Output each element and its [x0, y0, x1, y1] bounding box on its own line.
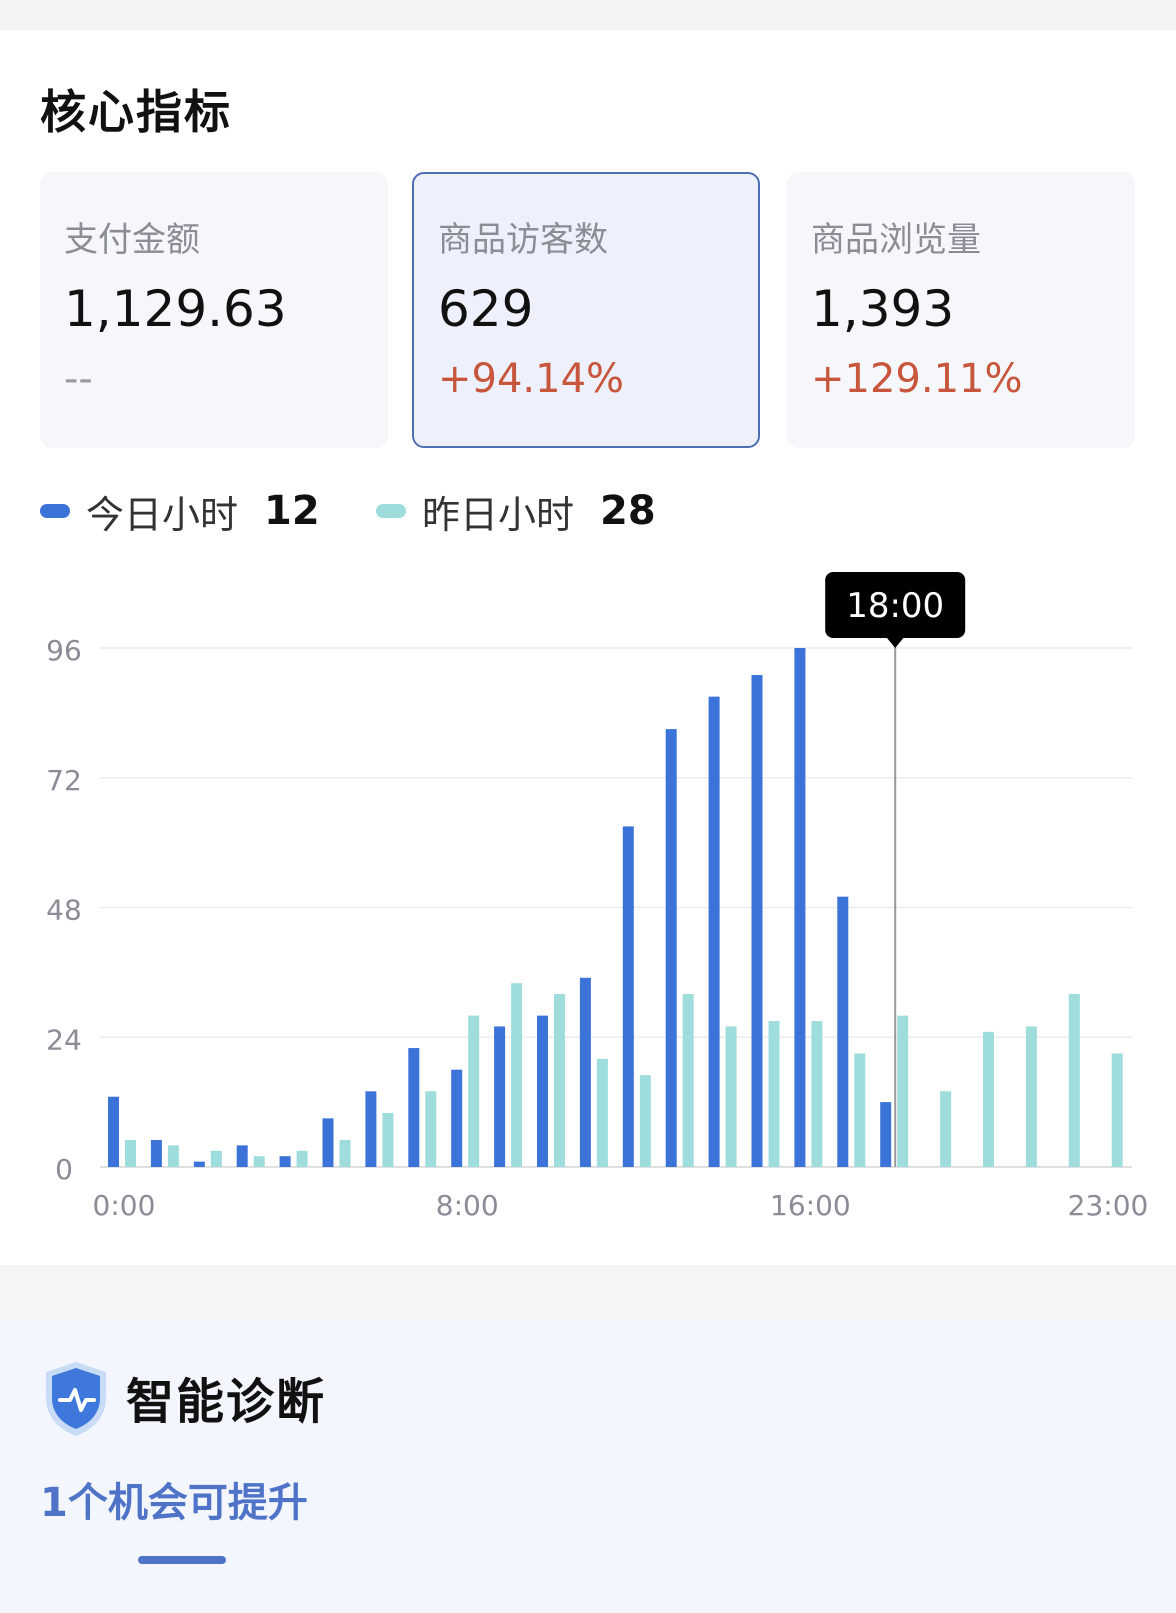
bar-today	[108, 1096, 119, 1167]
metric-label: 商品访客数	[438, 220, 608, 260]
y-tick-label: 96	[46, 634, 82, 667]
bar-yesterday	[596, 1058, 608, 1167]
diagnosis-tab-opportunities[interactable]: 1个机会可提升	[40, 1470, 308, 1528]
bar-yesterday	[382, 1112, 394, 1167]
legend-value: 12	[264, 488, 320, 534]
bar-today	[622, 826, 634, 1167]
metric-label: 商品浏览量	[811, 220, 981, 260]
metric-value: 1,129.63	[64, 280, 287, 338]
y-tick-label: 0	[55, 1153, 73, 1186]
bar-yesterday	[125, 1139, 136, 1167]
legend-name: 今日小时	[86, 492, 239, 537]
legend-today[interactable]: 今日小时 12	[40, 486, 320, 537]
y-tick-label: 72	[46, 764, 82, 797]
bar-today	[150, 1139, 162, 1167]
bar-today	[408, 1048, 420, 1167]
bar-today	[751, 675, 763, 1167]
bar-today	[837, 896, 849, 1167]
bar-yesterday	[897, 1015, 909, 1167]
legend-value: 28	[600, 488, 656, 534]
bar-yesterday	[296, 1150, 308, 1167]
bar-yesterday	[1068, 994, 1080, 1167]
diagnosis-tab-underline	[138, 1556, 226, 1564]
bar-yesterday	[983, 1031, 994, 1167]
metric-card-visitors[interactable]: 商品访客数 629 +94.14%	[412, 172, 760, 448]
metric-change: --	[64, 356, 93, 402]
section-title: 核心指标	[40, 85, 232, 139]
top-strip	[0, 0, 1176, 30]
metric-change: +94.14%	[438, 356, 625, 402]
bar-yesterday	[425, 1091, 437, 1167]
legend-name: 昨日小时	[422, 492, 575, 537]
bar-yesterday	[339, 1139, 351, 1167]
diagnosis-title: 智能诊断	[126, 1374, 327, 1430]
bar-today	[708, 696, 720, 1167]
metric-value: 629	[438, 280, 534, 338]
x-tick-label: 23:00	[1068, 1189, 1149, 1222]
bar-yesterday	[210, 1150, 222, 1167]
metric-card-pageviews[interactable]: 商品浏览量 1,393 +129.11%	[787, 172, 1135, 448]
x-tick-label: 8:00	[436, 1189, 499, 1222]
bar-yesterday	[554, 994, 565, 1167]
metric-card-payment[interactable]: 支付金额 1,129.63 --	[40, 172, 388, 448]
metric-value: 1,393	[811, 280, 955, 338]
metric-change: +129.11%	[811, 356, 1023, 402]
shield-icon	[46, 1362, 106, 1436]
bar-today	[794, 648, 806, 1167]
bar-yesterday	[1111, 1053, 1123, 1167]
bar-yesterday	[811, 1021, 823, 1167]
bar-yesterday	[1025, 1026, 1037, 1167]
bar-yesterday	[725, 1026, 737, 1167]
x-tick-label: 0:00	[93, 1189, 156, 1222]
bar-today	[665, 729, 677, 1167]
bar-yesterday	[940, 1091, 952, 1167]
bar-yesterday	[253, 1156, 265, 1167]
bar-yesterday	[511, 983, 523, 1167]
bar-today	[236, 1145, 248, 1167]
bar-today	[880, 1102, 892, 1167]
bar-today	[365, 1091, 377, 1167]
bar-yesterday	[167, 1145, 179, 1167]
tooltip-label: 18:00	[846, 586, 944, 626]
legend-swatch-yesterday	[376, 504, 406, 518]
bar-yesterday	[639, 1075, 651, 1167]
bar-yesterday	[854, 1053, 866, 1167]
y-tick-label: 48	[46, 894, 82, 927]
y-tick-label: 24	[46, 1023, 82, 1056]
x-tick-label: 16:00	[770, 1189, 851, 1222]
metric-label: 支付金额	[64, 220, 200, 260]
bar-today	[494, 1026, 506, 1167]
bar-today	[279, 1156, 291, 1167]
bar-today	[451, 1069, 463, 1167]
hourly-bar-chart[interactable]: 0 24 48 72 96 0:00 8:00 16:00 23:00 18:00	[0, 560, 1176, 1240]
bar-yesterday	[768, 1021, 780, 1167]
tooltip-pointer	[886, 637, 905, 648]
bar-yesterday	[468, 1015, 480, 1167]
bar-today	[322, 1118, 334, 1167]
bar-today	[579, 977, 591, 1167]
diagnosis-card: 智能诊断 1个机会可提升	[0, 1320, 1176, 1613]
bar-today	[537, 1015, 548, 1167]
bar-yesterday	[682, 994, 694, 1167]
legend-yesterday[interactable]: 昨日小时 28	[376, 486, 656, 537]
bar-today	[193, 1161, 205, 1167]
legend-swatch-today	[40, 504, 70, 518]
